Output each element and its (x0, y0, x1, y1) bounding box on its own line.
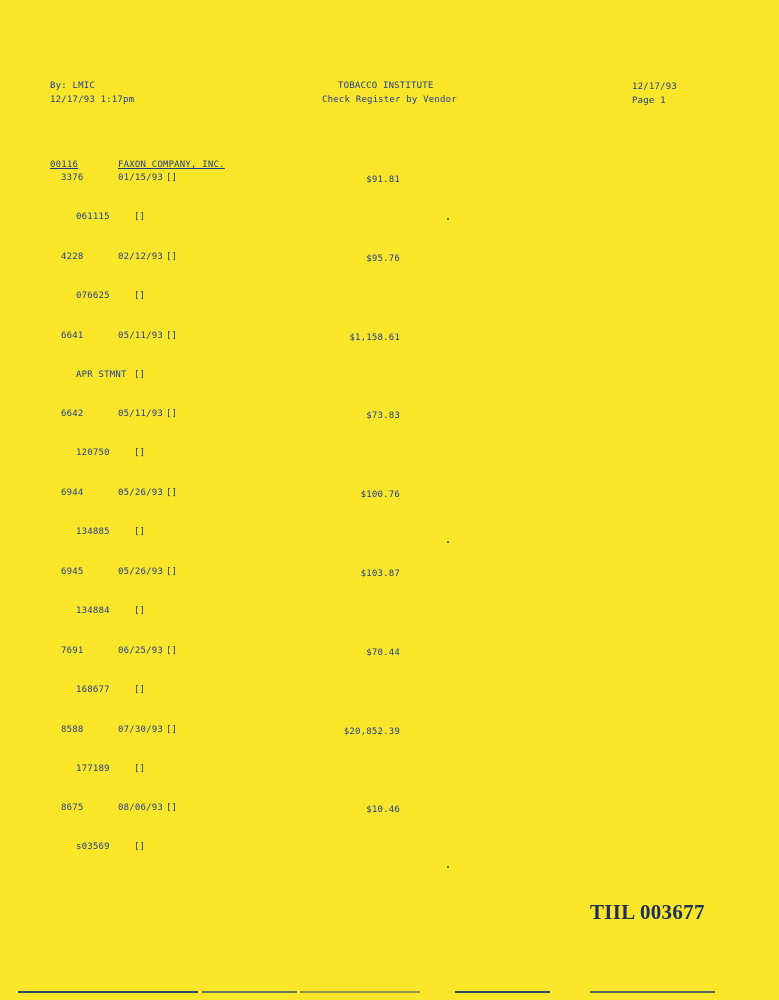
scan-speck (447, 218, 449, 220)
check-amount: $100.76 (360, 490, 400, 500)
check-amount: $20,852.39 (343, 727, 400, 737)
check-amount: $73.83 (366, 411, 400, 421)
status-mark: [] (134, 212, 146, 222)
status-mark: [] (134, 685, 146, 695)
invoice-reference: 120750 (76, 448, 110, 458)
check-amount: $95.76 (366, 254, 400, 264)
scan-rule (18, 991, 198, 993)
company-name: TOBACCO INSTITUTE (338, 81, 434, 91)
invoice-reference: 168677 (76, 685, 110, 695)
page-number: Page 1 (632, 96, 666, 106)
check-amount: $10.46 (366, 805, 400, 815)
report-title: Check Register by Vendor (322, 95, 457, 105)
status-mark: [] (134, 842, 146, 852)
invoice-reference: APR STMNT (76, 370, 127, 380)
status-mark: [] (134, 606, 146, 616)
scan-rule (590, 991, 715, 993)
check-amount: $91.81 (366, 175, 400, 185)
status-mark: [] (134, 527, 146, 537)
invoice-reference: s03569 (76, 842, 110, 852)
invoice-reference: 134884 (76, 606, 110, 616)
invoice-reference: 177189 (76, 764, 110, 774)
scan-rule (455, 991, 550, 993)
status-mark: [] (134, 370, 146, 380)
report-date: 12/17/93 (632, 82, 677, 92)
scan-rule (202, 991, 297, 993)
invoice-reference: 134885 (76, 527, 110, 537)
scan-speck (447, 866, 449, 868)
check-amount: $103.87 (360, 569, 400, 579)
vendor-name: FAXON COMPANY, INC. (118, 160, 225, 170)
prepared-by: By: LMIC (50, 81, 95, 91)
invoice-reference: 076625 (76, 291, 110, 301)
vendor-code: 00116 (50, 160, 79, 170)
scan-rule (300, 991, 420, 993)
check-amount: $1,158.61 (349, 333, 400, 343)
invoice-reference: 061115 (76, 212, 110, 222)
print-datetime: 12/17/93 1:17pm (50, 95, 135, 105)
check-amount: $70.44 (366, 648, 400, 658)
status-mark: [] (134, 448, 146, 458)
bates-stamp: TIIL 003677 (590, 900, 705, 924)
scan-speck (447, 541, 449, 543)
status-mark: [] (134, 764, 146, 774)
status-mark: [] (134, 291, 146, 301)
